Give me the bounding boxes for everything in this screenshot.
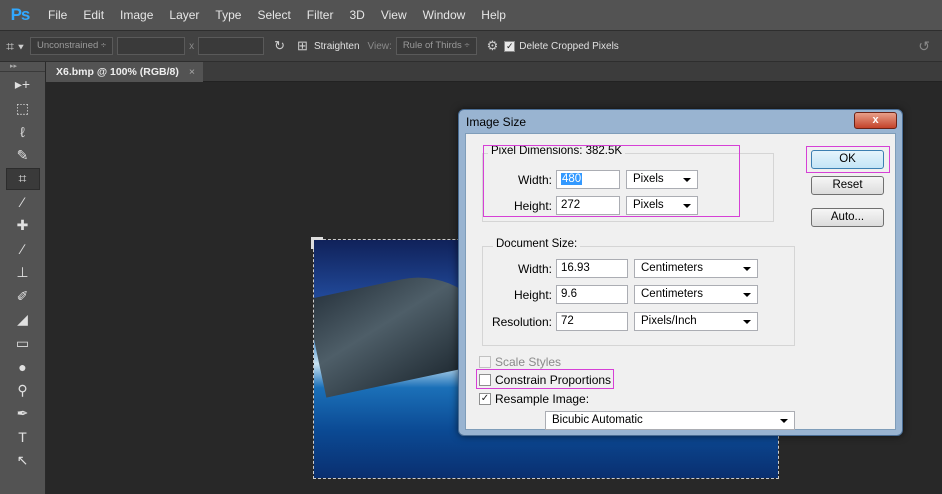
doc-height-row: Height: 9.6 Centimeters — [488, 285, 758, 304]
scale-styles-row[interactable]: Scale Styles — [479, 355, 561, 369]
constrain-proportions-highlight — [476, 369, 614, 389]
doc-width-input[interactable]: 16.93 — [556, 259, 628, 278]
resolution-unit-select[interactable]: Pixels/Inch — [634, 312, 758, 331]
pixel-dimensions-highlight — [483, 145, 740, 217]
gradient-tool-icon[interactable]: ▭ — [6, 333, 40, 355]
document-tab-title: X6.bmp @ 100% (RGB/8) — [56, 66, 179, 78]
menu-image[interactable]: Image — [112, 0, 161, 30]
menu-type[interactable]: Type — [207, 0, 249, 30]
ratio-select[interactable]: Unconstrained ÷ — [30, 37, 114, 55]
scale-styles-label: Scale Styles — [495, 355, 562, 369]
ratio-width-field[interactable] — [117, 37, 186, 55]
crop-tool-icon[interactable]: ⌗ — [5, 168, 40, 190]
document-tab-bar: X6.bmp @ 100% (RGB/8) × — [46, 62, 942, 82]
history-brush-tool-icon[interactable]: ✐ — [6, 286, 40, 308]
doc-height-unit-select[interactable]: Centimeters — [634, 285, 758, 304]
resolution-label: Resolution: — [491, 314, 552, 329]
doc-width-label: Width: — [517, 261, 552, 276]
view-select[interactable]: Rule of Thirds ÷ — [395, 37, 477, 55]
clear-icon[interactable]: ↻ — [274, 38, 285, 54]
resample-image-row[interactable]: ✓ Resample Image: — [479, 392, 589, 406]
dodge-tool-icon[interactable]: ⚲ — [6, 380, 40, 402]
crop-tool-preset-icon[interactable]: ⌗ ▾ — [0, 34, 30, 58]
ratio-height-field[interactable] — [198, 37, 265, 55]
resample-image-checkbox[interactable]: ✓ — [479, 393, 491, 405]
panel-collapse-icon[interactable]: ▸▸ — [0, 62, 45, 72]
dialog-body: Pixel Dimensions: 382.5K Width: 480 Pixe… — [465, 133, 896, 430]
doc-height-input[interactable]: 9.6 — [556, 285, 628, 304]
close-tab-icon[interactable]: × — [189, 62, 195, 82]
menu-3d[interactable]: 3D — [341, 0, 372, 30]
menu-layer[interactable]: Layer — [161, 0, 207, 30]
marquee-tool-icon[interactable]: ⬚ — [6, 98, 40, 120]
menu-edit[interactable]: Edit — [75, 0, 112, 30]
menu-window[interactable]: Window — [415, 0, 474, 30]
scale-styles-checkbox[interactable] — [479, 356, 491, 368]
blur-tool-icon[interactable]: ● — [6, 356, 40, 378]
healing-tool-icon[interactable]: ✚ — [6, 215, 40, 237]
type-tool-icon[interactable]: T — [6, 427, 40, 449]
path-select-tool-icon[interactable]: ↖ — [6, 450, 40, 472]
menu-file[interactable]: File — [40, 0, 75, 30]
doc-width-row: Width: 16.93 Centimeters — [488, 259, 758, 278]
chevron-down-icon — [743, 293, 751, 297]
reset-icon[interactable]: ↺ — [918, 38, 930, 55]
auto-button[interactable]: Auto... — [811, 208, 884, 227]
quick-select-tool-icon[interactable]: ✎ — [6, 145, 40, 167]
pen-tool-icon[interactable]: ✒ — [6, 403, 40, 425]
eraser-tool-icon[interactable]: ◢ — [6, 309, 40, 331]
stamp-tool-icon[interactable]: ⊥ — [6, 262, 40, 284]
eyedropper-tool-icon[interactable]: ⁄ — [6, 192, 40, 214]
menu-help[interactable]: Help — [473, 0, 514, 30]
options-bar: ⌗ ▾ Unconstrained ÷ x ↻ ⊞ Straighten Vie… — [0, 30, 942, 62]
resolution-input[interactable]: 72 — [556, 312, 628, 331]
straighten-label[interactable]: Straighten — [314, 41, 360, 52]
crop-handle-top-left[interactable] — [311, 237, 323, 249]
ok-button-highlight — [806, 146, 890, 173]
menu-filter[interactable]: Filter — [299, 0, 342, 30]
document-size-title: Document Size: — [493, 238, 581, 250]
photoshop-logo: Ps — [10, 5, 31, 24]
image-size-dialog: Image Size x Pixel Dimensions: 382.5K Wi… — [458, 109, 903, 436]
view-label: View: — [367, 40, 392, 52]
resample-method-select[interactable]: Bicubic Automatic — [545, 411, 795, 430]
chevron-down-icon — [743, 267, 751, 271]
delete-cropped-checkbox[interactable]: ✓ — [504, 40, 516, 52]
lasso-tool-icon[interactable]: ℓ — [6, 121, 40, 143]
tools-panel: ▸▸ ▸+ ⬚ ℓ ✎ ⌗ ⁄ ✚ ∕ ⊥ ✐ ◢ ▭ ● ⚲ ✒ T ↖ — [0, 62, 46, 494]
doc-width-unit-select[interactable]: Centimeters — [634, 259, 758, 278]
dialog-close-button[interactable]: x — [854, 112, 897, 129]
resolution-row: Resolution: 72 Pixels/Inch — [488, 312, 758, 331]
reset-button[interactable]: Reset — [811, 176, 884, 195]
chevron-down-icon — [743, 320, 751, 324]
document-tab[interactable]: X6.bmp @ 100% (RGB/8) × — [46, 62, 203, 82]
brush-tool-icon[interactable]: ∕ — [6, 239, 40, 261]
move-tool-icon[interactable]: ▸+ — [6, 74, 40, 96]
dialog-title: Image Size — [466, 115, 527, 129]
delete-cropped-label: Delete Cropped Pixels — [519, 40, 619, 52]
swap-ratio-button[interactable]: x — [189, 41, 194, 52]
menu-view[interactable]: View — [373, 0, 415, 30]
menu-bar: Ps File Edit Image Layer Type Select Fil… — [0, 0, 942, 30]
resample-image-label: Resample Image: — [495, 392, 590, 406]
chevron-down-icon — [780, 419, 788, 423]
straighten-icon[interactable]: ⊞ — [297, 38, 308, 54]
menu-select[interactable]: Select — [249, 0, 298, 30]
doc-height-label: Height: — [513, 287, 552, 302]
gear-icon[interactable]: ⚙ — [487, 38, 499, 54]
